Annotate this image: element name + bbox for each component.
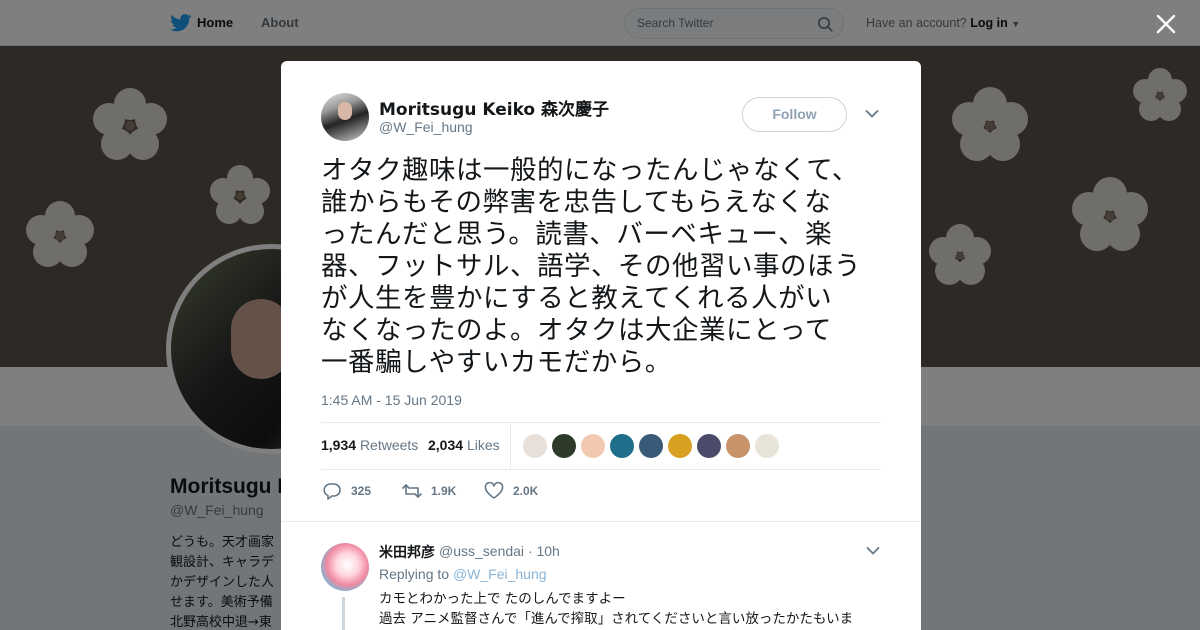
like-count: 2,034: [428, 437, 464, 453]
replies-divider: [281, 521, 921, 531]
stats-divider: [510, 423, 511, 470]
close-icon[interactable]: [1154, 12, 1178, 36]
likes-stat[interactable]: 2,034 Likes: [428, 437, 500, 453]
tweet-timestamp[interactable]: 1:45 AM - 15 Jun 2019: [321, 392, 462, 408]
reply-time[interactable]: · 10h: [528, 543, 560, 559]
liker-avatar[interactable]: [581, 434, 605, 458]
chevron-down-icon[interactable]: [865, 109, 879, 119]
replying-to-handle[interactable]: @W_Fei_hung: [453, 566, 547, 582]
reply-count: 325: [351, 484, 372, 498]
liker-avatar[interactable]: [697, 434, 721, 458]
liker-avatar[interactable]: [639, 434, 663, 458]
tweet-stats: 1,934 Retweets 2,034 Likes: [321, 422, 881, 470]
reply-icon: [323, 483, 341, 500]
reply-meta: @uss_sendai · 10h: [439, 543, 560, 559]
heart-icon: [484, 482, 504, 499]
liker-avatar[interactable]: [755, 434, 779, 458]
retweet-count: 1,934: [321, 437, 357, 453]
retweet-action-count: 1.9K: [431, 484, 457, 498]
like-label: Likes: [466, 437, 500, 453]
liker-avatar[interactable]: [523, 434, 547, 458]
liker-avatar[interactable]: [552, 434, 576, 458]
tweet-text: オタク趣味は一般的になったんじゃなくて、 誰からもその弊害を忠告してもらえなくな…: [321, 155, 861, 378]
author-handle[interactable]: @W_Fei_hung: [379, 119, 473, 135]
retweet-icon: [402, 484, 422, 498]
tweet-modal: Moritsugu Keiko 森次慶子 @W_Fei_hung Follow …: [281, 61, 921, 630]
liker-avatar[interactable]: [610, 434, 634, 458]
thread-line: [342, 597, 345, 630]
author-avatar[interactable]: [321, 93, 369, 141]
like-action-count: 2.0K: [513, 484, 539, 498]
chevron-down-icon[interactable]: [866, 546, 880, 556]
replying-to: Replying to @W_Fei_hung: [379, 566, 547, 582]
reply-text: カモとわかった上で たのしんでますよー 過去 アニメ監督さんで「進んで搾取」され…: [379, 591, 854, 627]
tweet-actions: 325 1.9K 2.0K: [321, 480, 881, 502]
replying-to-label: Replying to: [379, 566, 450, 582]
retweets-stat[interactable]: 1,934 Retweets: [321, 437, 418, 453]
reply-author-handle[interactable]: @uss_sendai: [439, 543, 524, 559]
follow-button[interactable]: Follow: [742, 97, 847, 132]
reply-author-avatar[interactable]: [321, 543, 369, 591]
reply-author-name[interactable]: 米田邦彦: [379, 542, 435, 562]
liker-avatar[interactable]: [668, 434, 692, 458]
retweet-label: Retweets: [359, 437, 419, 453]
liker-avatar[interactable]: [726, 434, 750, 458]
author-name[interactable]: Moritsugu Keiko 森次慶子: [379, 95, 609, 120]
